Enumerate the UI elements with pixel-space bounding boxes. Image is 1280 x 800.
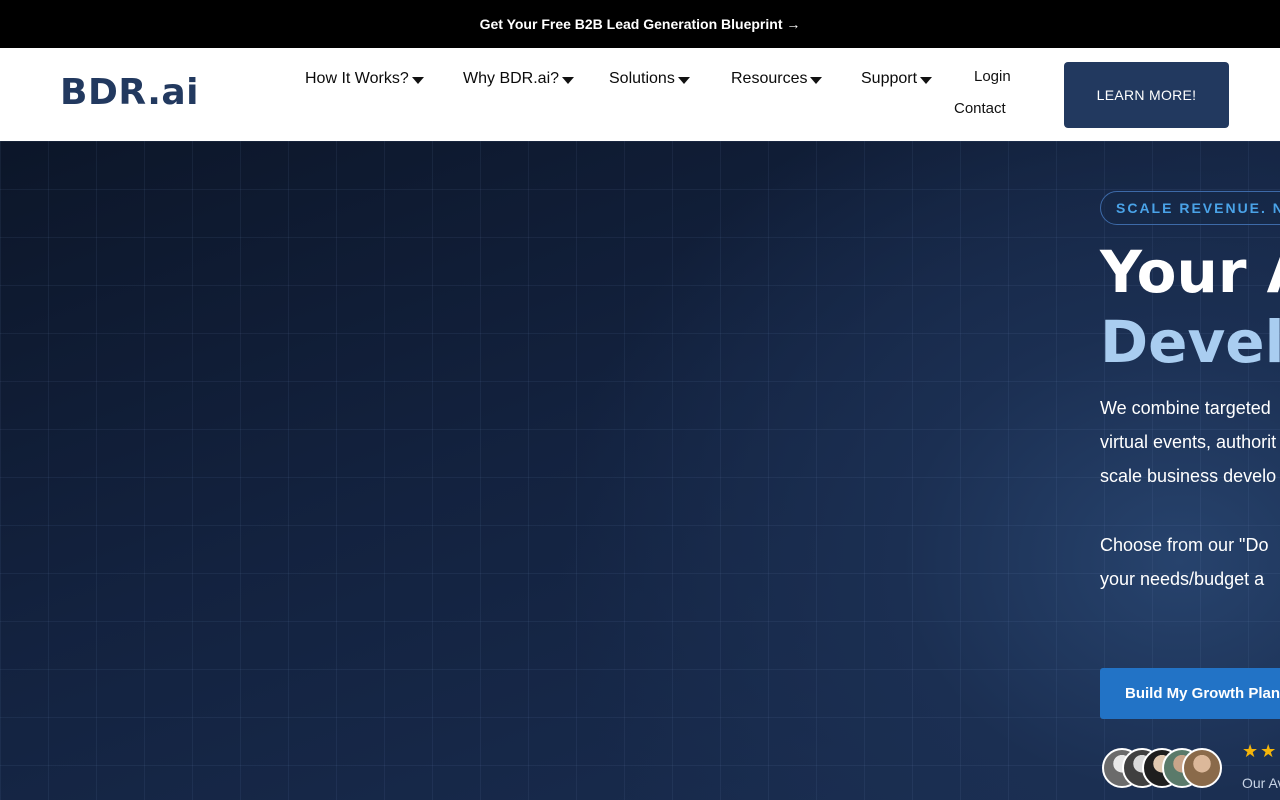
contact-link[interactable]: Contact	[954, 100, 1006, 117]
hero-description-line: virtual events, authorit	[1100, 432, 1277, 452]
hero-description-line: scale business develo	[1100, 466, 1277, 486]
customer-avatars	[1102, 748, 1232, 788]
nav-resources[interactable]: Resources	[731, 68, 823, 90]
hero-section: SCALE REVENUE. NO Your A Develo We combi…	[0, 141, 1280, 800]
bdr-logo[interactable]: BDR.ai	[60, 72, 199, 113]
login-link[interactable]: Login	[974, 68, 1011, 85]
announcement-bar: Get Your Free B2B Lead Generation Bluepr…	[0, 0, 1280, 48]
nav-label: Solutions	[609, 70, 675, 87]
eyebrow-badge: SCALE REVENUE. NO	[1100, 191, 1280, 225]
chevron-down-icon	[677, 76, 690, 84]
blueprint-link[interactable]: Get Your Free B2B Lead Generation Bluepr…	[480, 16, 801, 32]
chevron-down-icon	[920, 76, 933, 84]
grid-background	[0, 141, 1280, 800]
nav-label: How It Works?	[305, 70, 409, 87]
nav-why-bdr[interactable]: Why BDR.ai?	[463, 68, 575, 90]
nav-label: Resources	[731, 70, 808, 87]
learn-more-button[interactable]: LEARN MORE!	[1064, 62, 1229, 128]
nav-label: Support	[861, 70, 918, 87]
hero-description-line: We combine targeted	[1100, 398, 1271, 418]
nav-how-it-works[interactable]: How It Works?	[305, 68, 424, 90]
nav-support[interactable]: Support	[861, 68, 933, 90]
star-rating: ★★	[1242, 741, 1279, 761]
avatar	[1182, 748, 1222, 788]
nav-label: Why BDR.ai?	[463, 70, 560, 87]
rating-text: Our Av	[1242, 775, 1280, 791]
hero-headline: Your A	[1100, 238, 1280, 306]
site-header: BDR.ai How It Works? Why BDR.ai? Solutio…	[0, 48, 1280, 141]
hero-headline-highlight: Develo	[1100, 308, 1280, 376]
chevron-down-icon	[411, 76, 424, 84]
chevron-down-icon	[562, 76, 575, 84]
build-growth-plan-button[interactable]: Build My Growth Plan	[1100, 668, 1280, 719]
hero-options-line: your needs/budget a	[1100, 569, 1265, 589]
nav-solutions[interactable]: Solutions	[609, 68, 690, 90]
chevron-down-icon	[810, 76, 823, 84]
hero-options-line: Choose from our "Do	[1100, 535, 1269, 555]
